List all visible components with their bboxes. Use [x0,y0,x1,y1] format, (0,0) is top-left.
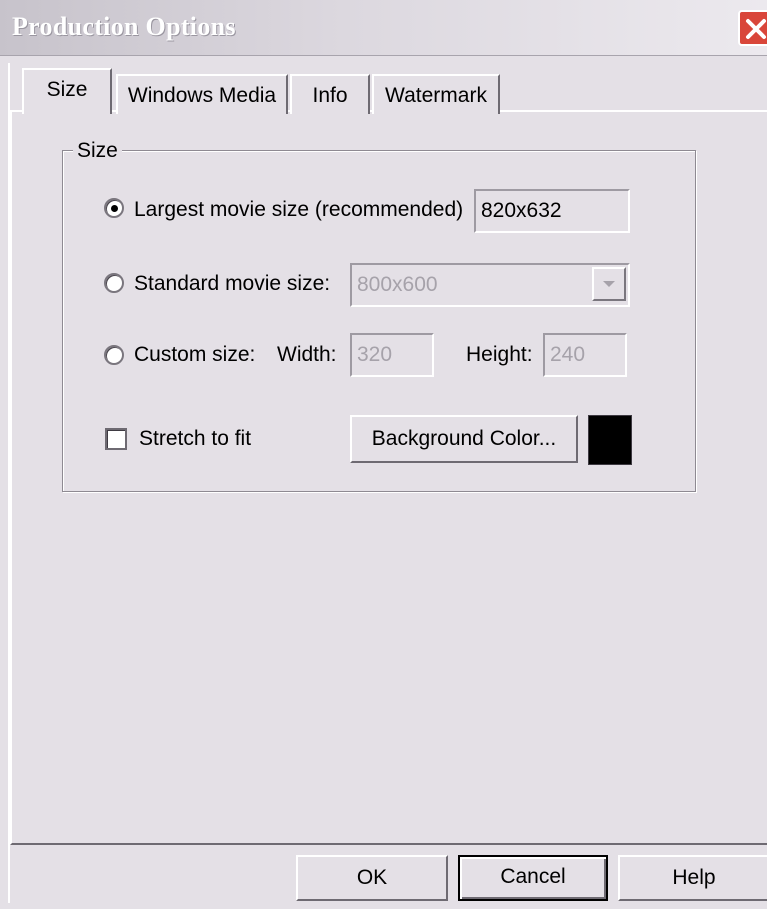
standard-size-dropdown-button[interactable] [592,267,626,301]
stretch-to-fit-checkbox[interactable] [105,428,127,450]
title-bar: Production Options [0,0,767,56]
window-title: Production Options [12,12,236,41]
width-label: Width: [277,343,337,366]
stretch-to-fit-label: Stretch to fit [139,427,252,450]
standard-size-label: Standard movie size: [134,272,331,295]
height-label: Height: [466,343,533,366]
tab-size[interactable]: Size [22,68,112,114]
cancel-button[interactable]: Cancel [458,855,608,901]
height-input-value: 240 [550,343,586,366]
cancel-button-label: Cancel [500,865,566,888]
width-input-value: 320 [357,343,393,366]
ok-button-label: OK [356,866,388,889]
radio-standard-size[interactable] [104,273,124,293]
close-icon [746,19,766,39]
tab-watermark[interactable]: Watermark [372,74,500,114]
custom-size-label: Custom size: [134,343,256,366]
radio-selected-dot [111,205,118,212]
tab-watermark-label: Watermark [385,84,487,107]
background-color-swatch[interactable] [588,415,632,465]
ok-button[interactable]: OK [296,855,448,901]
tab-info[interactable]: Info [290,74,370,114]
largest-size-label: Largest movie size (recommended) [134,198,464,221]
chevron-down-icon [603,281,615,287]
largest-size-value: 820x632 [474,189,630,233]
radio-largest-size[interactable] [104,198,124,218]
standard-size-select[interactable]: 800x600 [350,263,630,307]
size-groupbox-label: Size [73,140,122,162]
height-input[interactable]: 240 [543,333,627,377]
largest-size-value-text: 820x632 [481,199,562,222]
tab-windows-media-label: Windows Media [127,84,277,107]
tab-size-label: Size [46,78,88,101]
background-color-button-label: Background Color... [371,427,557,450]
standard-size-select-value: 800x600 [357,273,438,296]
help-button-label: Help [672,866,716,889]
close-button[interactable] [738,10,767,46]
background-color-button[interactable]: Background Color... [350,415,578,463]
radio-custom-size[interactable] [104,345,124,365]
tab-info-label: Info [312,84,348,107]
help-button[interactable]: Help [618,855,767,901]
width-input[interactable]: 320 [350,333,434,377]
tab-windows-media[interactable]: Windows Media [116,74,288,114]
